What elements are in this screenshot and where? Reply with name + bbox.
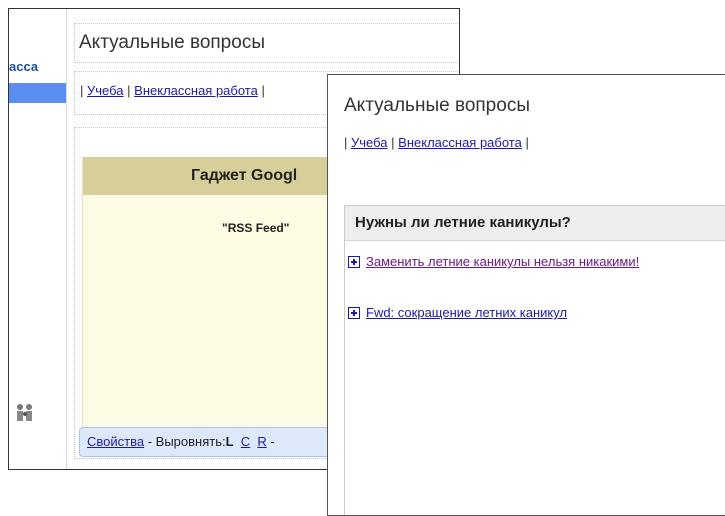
link-separator: |	[127, 83, 131, 98]
align-right-option[interactable]: R	[257, 434, 266, 449]
gadget-feed-label: "RSS Feed"	[222, 221, 290, 235]
link-separator: |	[391, 135, 395, 150]
sidebar-selected-item[interactable]	[9, 83, 66, 103]
discussion-panel: Нужны ли летние каникулы? Заменить летни…	[344, 205, 725, 515]
preview-page-title: Актуальные вопросы	[344, 95, 530, 116]
align-left-option[interactable]: L	[226, 434, 234, 449]
preview-link-extracurricular[interactable]: Внеклассная работа	[398, 135, 522, 150]
editor-link-extracurricular[interactable]: Внеклассная работа	[134, 83, 258, 98]
preview-links: | Учеба | Внеклассная работа |	[344, 135, 529, 150]
properties-link[interactable]: Свойства	[87, 434, 144, 449]
link-separator: |	[525, 135, 529, 150]
people-icon	[15, 402, 35, 429]
preview-link-study[interactable]: Учеба	[351, 135, 388, 150]
editor-title-box[interactable]: Актуальные вопросы	[74, 23, 459, 63]
editor-page-title: Актуальные вопросы	[79, 32, 265, 53]
panel-header: Нужны ли летние каникулы?	[345, 206, 725, 241]
expand-plus-icon[interactable]	[348, 256, 360, 268]
link-separator: |	[80, 83, 84, 98]
topic-link[interactable]: Fwd: сокращение летних каникул	[366, 305, 666, 320]
sidebar-crumb[interactable]: асса	[9, 59, 38, 74]
props-tail: -	[266, 434, 275, 449]
link-separator: |	[261, 83, 265, 98]
link-separator: |	[344, 135, 348, 150]
align-center-option[interactable]: C	[241, 434, 250, 449]
editor-link-study[interactable]: Учеба	[87, 83, 124, 98]
topic-link[interactable]: Заменить летние каникулы нельзя никакими…	[366, 254, 656, 269]
align-label: - Выровнять:	[144, 434, 226, 449]
editor-sidebar: асса	[9, 9, 67, 469]
preview-window: Актуальные вопросы | Учеба | Внеклассная…	[327, 74, 725, 516]
expand-plus-icon[interactable]	[348, 307, 360, 319]
